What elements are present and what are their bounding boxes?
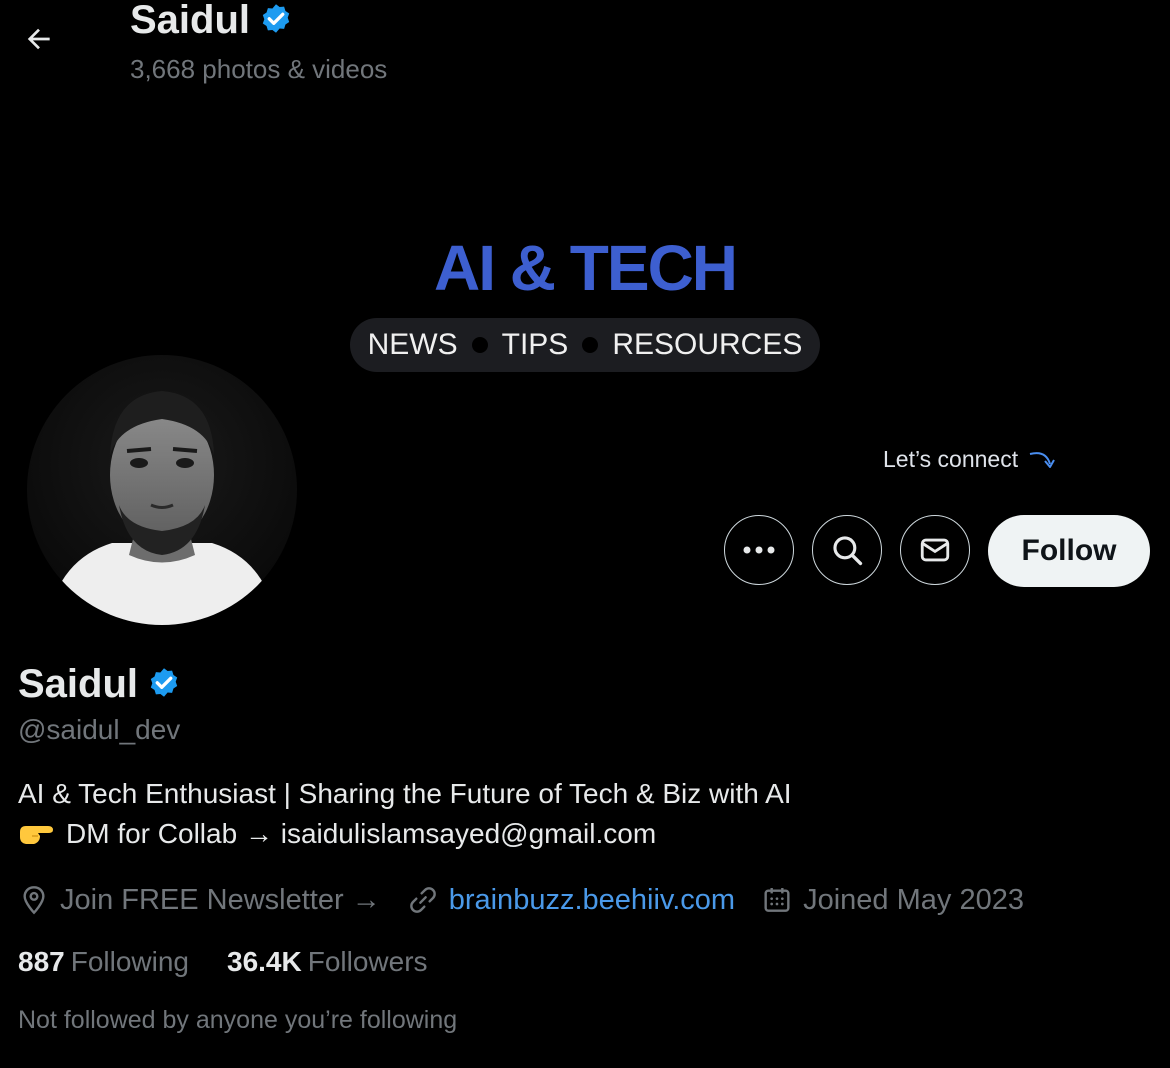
bio-line-1: AI & Tech Enthusiast | Sharing the Futur… xyxy=(18,778,792,809)
bio-line-2: DM for Collab → isaidulislamsayed@gmail.… xyxy=(18,818,656,850)
back-button[interactable] xyxy=(14,14,64,64)
bio-line-2-text: DM for Collab → isaidulislamsayed@gmail.… xyxy=(66,818,657,849)
header-title: Saidul xyxy=(130,0,294,42)
profile-name-text: Saidul xyxy=(18,662,139,706)
more-options-button[interactable] xyxy=(724,515,794,585)
banner-cta: Let’s connect xyxy=(883,446,1058,473)
verified-badge-icon xyxy=(262,4,290,33)
search-button[interactable] xyxy=(812,515,882,585)
website-link[interactable]: brainbuzz.beehiiv.com xyxy=(449,884,735,917)
banner-cta-label: Let’s connect xyxy=(883,446,1019,472)
banner-title: AI & TECH xyxy=(434,232,738,304)
following-label: Following xyxy=(70,946,189,977)
location-pin-icon xyxy=(23,886,45,915)
pill-separator xyxy=(582,337,599,353)
pointing-hand-icon xyxy=(20,826,53,844)
message-button[interactable] xyxy=(900,515,970,585)
followers-link[interactable]: 36.4K Followers xyxy=(227,946,428,978)
verified-badge-icon[interactable] xyxy=(146,666,182,702)
joined-text: Joined May 2023 xyxy=(803,883,1024,916)
calendar-icon xyxy=(764,888,790,912)
envelope-icon xyxy=(920,538,950,562)
search-icon xyxy=(833,536,863,566)
following-link[interactable]: 887 Following xyxy=(18,946,189,978)
banner-pill: NEWS TIPS RESOURCES xyxy=(350,318,820,372)
more-dots-icon xyxy=(743,546,775,554)
joined-item: Joined May 2023 xyxy=(761,884,1024,917)
media-count: 3,668 photos & videos xyxy=(130,54,388,84)
profile-handle: @saidul_dev xyxy=(18,714,181,745)
location-text: Join FREE Newsletter → xyxy=(60,883,381,916)
followers-label: Followers xyxy=(307,946,428,977)
curved-arrow-icon xyxy=(1029,451,1055,468)
avatar[interactable] xyxy=(24,352,300,628)
following-count: 887 xyxy=(18,946,65,977)
header-name: Saidul xyxy=(130,0,251,42)
follow-stats: 887 Following 36.4K Followers xyxy=(18,946,428,978)
website-item[interactable]: brainbuzz.beehiiv.com xyxy=(407,884,735,917)
followers-count: 36.4K xyxy=(227,946,302,977)
not-followed-note: Not followed by anyone you’re following xyxy=(18,1006,458,1034)
top-bar: Saidul 3,668 photos & videos xyxy=(0,0,1170,100)
pill-item-resources: RESOURCES xyxy=(612,328,803,361)
link-icon xyxy=(409,887,436,913)
follow-button[interactable]: Follow xyxy=(988,515,1150,587)
avatar-photo xyxy=(27,355,297,625)
pill-separator xyxy=(471,337,488,353)
back-arrow-icon xyxy=(27,28,50,50)
location-item: Join FREE Newsletter → xyxy=(18,884,381,917)
pill-item-tips: TIPS xyxy=(501,328,569,361)
profile-meta: Join FREE Newsletter → brainbuzz.beehiiv… xyxy=(18,878,1050,922)
profile-name: Saidul xyxy=(18,660,182,708)
pill-item-news: NEWS xyxy=(367,328,458,361)
